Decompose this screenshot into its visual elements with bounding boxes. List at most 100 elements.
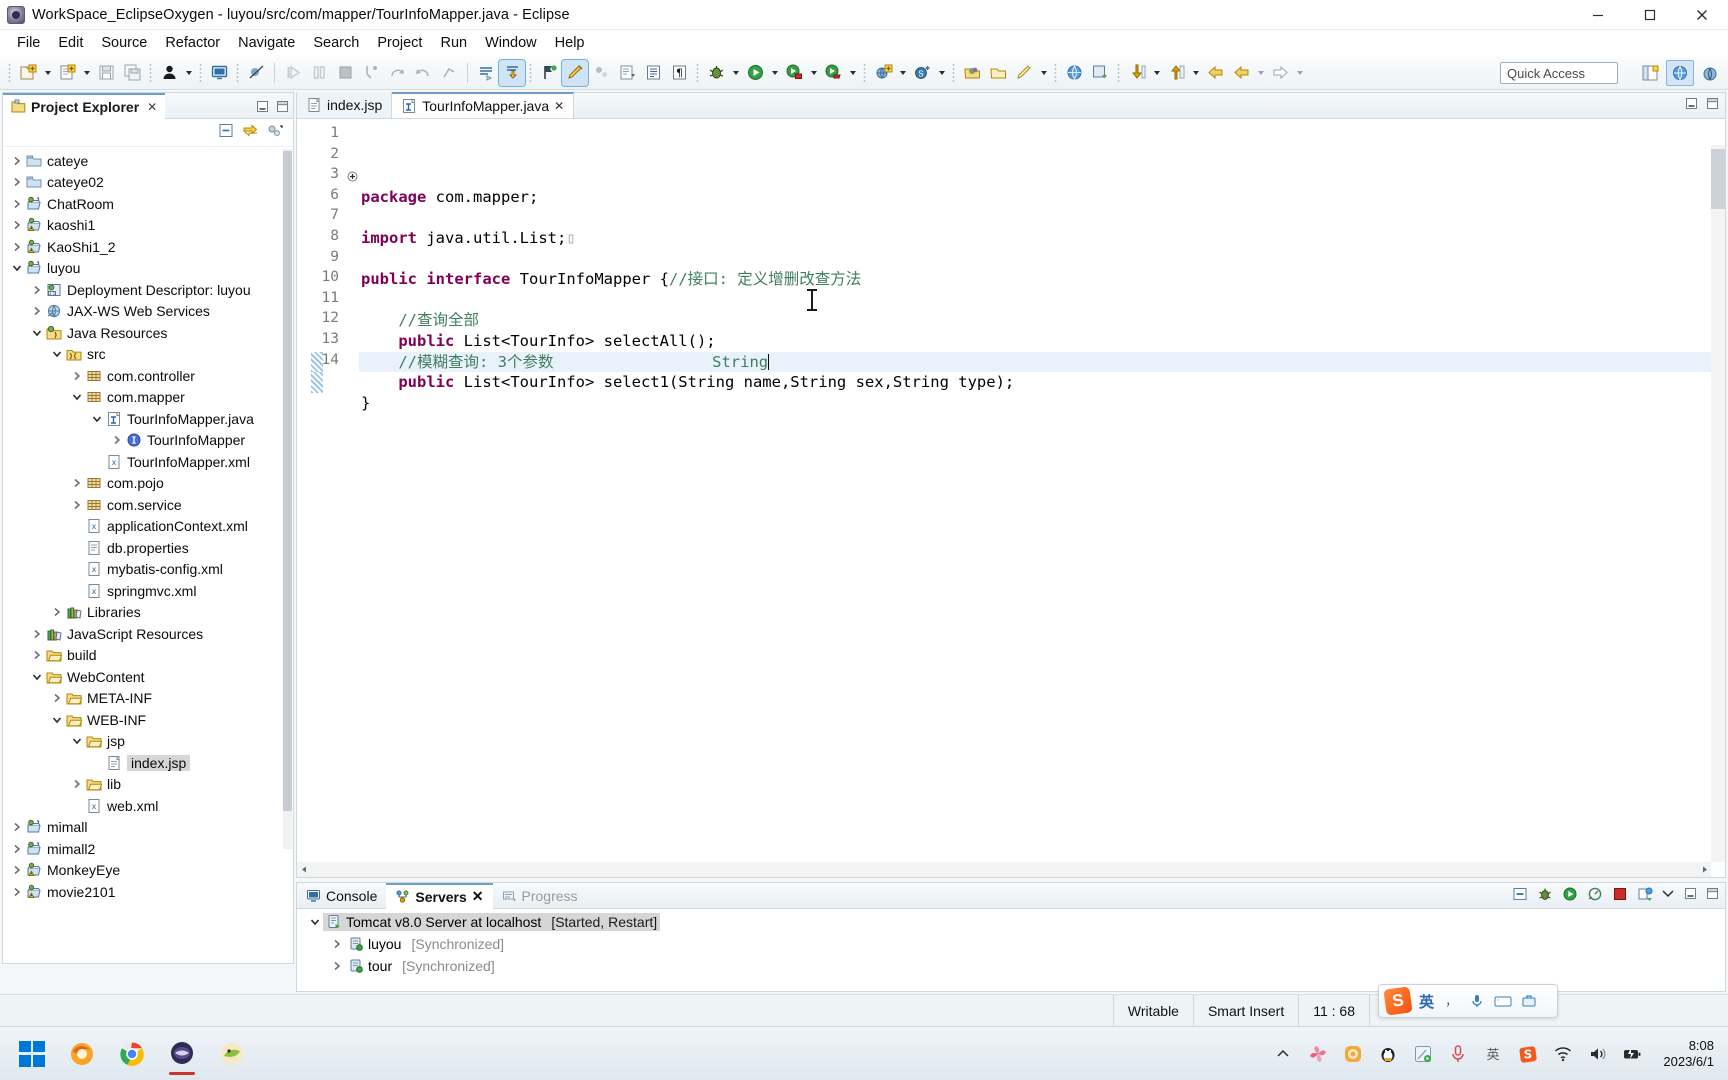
new-file-dropdown-icon[interactable] [80,60,93,86]
tree-item-com-controller[interactable]: com.controller [3,365,293,387]
source-code-text[interactable]: package com.mapper; import java.util.List… [311,119,1725,877]
tree-twisty-collapsed[interactable] [29,282,45,298]
tree-twisty-collapsed[interactable] [69,776,85,792]
code-line[interactable]: } [359,393,1725,414]
quick-fix-dropdown-icon[interactable] [1037,60,1050,86]
tree-twisty-expanded[interactable] [307,914,323,930]
servers-start-icon[interactable] [1562,886,1578,907]
tray-wifi-icon[interactable] [1552,1043,1574,1065]
open-browser-icon[interactable] [1061,60,1087,86]
quick-fix-icon[interactable] [1011,60,1037,86]
download-dropdown-icon[interactable] [1150,60,1163,86]
tree-item-webcontent[interactable]: WebContent [3,666,293,688]
toggle-ruler-icon[interactable] [473,60,499,86]
tree-twisty-expanded[interactable] [29,325,45,341]
tree-item-tourinfomapper[interactable]: TourInfoMapper [3,430,293,452]
tree-item-mybatis-config-xml[interactable]: x mybatis-config.xml [3,559,293,581]
tree-item-web-xml[interactable]: x web.xml [3,795,293,817]
tray-app-pinwheel-icon[interactable] [1307,1043,1329,1065]
tree-twisty-collapsed[interactable] [29,303,45,319]
ime-toolbox-icon[interactable] [1520,992,1538,1010]
taskbar-app-chrome[interactable] [110,1032,154,1076]
tray-app-snip-icon[interactable] [1412,1043,1434,1065]
run-external-dropdown-icon[interactable] [807,60,820,86]
terminate-icon[interactable] [332,60,358,86]
show-whitespace-icon[interactable] [640,60,666,86]
tree-item-db-properties[interactable]: db.properties [3,537,293,559]
save-all-icon[interactable] [119,60,145,86]
tree-twisty-collapsed[interactable] [29,647,45,663]
run-icon[interactable] [742,60,768,86]
toggle-breadcrumb-icon[interactable] [588,60,614,86]
tree-item-mimall2[interactable]: mimall2 [3,838,293,860]
new-spring-bean-dropdown-icon[interactable] [935,60,948,86]
tab-project-explorer[interactable]: Project Explorer ✕ [3,92,166,119]
toolbar-grip-7[interactable] [863,62,866,83]
tray-app-yellow-icon[interactable] [1342,1043,1364,1065]
code-line[interactable] [359,413,1725,434]
menu-project[interactable]: Project [368,32,431,54]
menu-refactor[interactable]: Refactor [156,32,229,54]
tree-twisty-collapsed[interactable] [69,497,85,513]
server-row-content[interactable]: luyou [Synchronized] [345,935,507,953]
code-line[interactable]: package com.mapper; [359,187,1725,208]
tree-twisty-collapsed[interactable] [9,862,25,878]
menu-edit[interactable]: Edit [49,32,92,54]
toolbar-grip-8[interactable] [952,62,955,83]
tree-twisty-collapsed[interactable] [9,217,25,233]
tree-item-com-mapper[interactable]: com.mapper [3,387,293,409]
tree-twisty-collapsed[interactable] [109,432,125,448]
tab-progress[interactable]: Progress [493,883,587,909]
tree-twisty-collapsed[interactable] [9,239,25,255]
editor-tab-tourinfomapper-java[interactable]: TourInfoMapper.java ✕ [392,92,575,118]
tree-twisty-collapsed[interactable] [329,958,345,974]
tree-item-chatroom[interactable]: ChatRoom [3,193,293,215]
tree-item-meta-inf[interactable]: META-INF [3,688,293,710]
taskbar-app-eclipse[interactable] [160,1032,204,1076]
save-icon[interactable] [93,60,119,86]
server-row[interactable]: luyou [Synchronized] [297,933,1725,955]
skip-breakpoints-icon[interactable] [243,60,269,86]
forward-arrow-icon[interactable] [1267,60,1293,86]
code-line[interactable]: //查询全部 [359,310,1725,331]
editor-scroll-thumb[interactable] [1711,149,1725,209]
sogou-logo-icon[interactable]: S [1383,986,1413,1016]
server-row[interactable]: Tomcat v8.0 Server at localhost [Started,… [297,911,1725,933]
step-over-icon[interactable] [384,60,410,86]
tree-item-web-inf[interactable]: WEB-INF [3,709,293,731]
taskbar-app-tomcat[interactable] [210,1032,254,1076]
quick-access-input[interactable]: Quick Access [1500,62,1618,84]
code-line[interactable] [359,249,1725,270]
explorer-scrollbar-thumb[interactable] [283,151,292,811]
drop-to-frame-icon[interactable] [436,60,462,86]
tree-item-javascript-resources[interactable]: JavaScript Resources [3,623,293,645]
servers-stop-icon[interactable] [1612,886,1628,907]
web-deploy-icon[interactable] [1087,60,1113,86]
toolbar-grip-5[interactable] [529,62,532,83]
debug-icon[interactable] [703,60,729,86]
servers-profile-icon[interactable] [1587,886,1603,907]
tree-item-kaoshi1-2[interactable]: KaoShi1_2 [3,236,293,258]
tree-item-java-resources[interactable]: Java Resources [3,322,293,344]
tree-item-src[interactable]: src [3,344,293,366]
code-line[interactable]: //模糊查询: 3个参数 String [311,351,1725,373]
tree-item-springmvc-xml[interactable]: x springmvc.xml [3,580,293,602]
scroll-left-icon[interactable] [297,862,311,877]
view-minimize-icon[interactable] [255,99,269,113]
tree-twisty-collapsed[interactable] [9,841,25,857]
tray-sogou-icon[interactable]: S [1517,1043,1539,1065]
tree-twisty-collapsed[interactable] [9,196,25,212]
toolbar-grip-4[interactable] [236,62,239,83]
editor-marker-bar[interactable] [297,119,311,877]
tree-twisty-collapsed[interactable] [49,604,65,620]
editor-maximize-icon[interactable] [1706,97,1719,115]
tree-item-deployment-descriptor-luyou[interactable]: 3.1 Deployment Descriptor: luyou [3,279,293,301]
tree-item-tourinfomapper-java[interactable]: TourInfoMapper.java [3,408,293,430]
editor-folding-bar[interactable] [345,119,359,877]
tree-item-movie2101[interactable]: movie2101 [3,881,293,903]
new-wizard-dropdown-icon[interactable] [41,60,54,86]
view-maximize-icon[interactable] [275,99,289,113]
step-return-icon[interactable] [410,60,436,86]
tree-twisty-expanded[interactable] [29,669,45,685]
taskbar-clock[interactable]: 8:08 2023/6/1 [1657,1038,1718,1070]
